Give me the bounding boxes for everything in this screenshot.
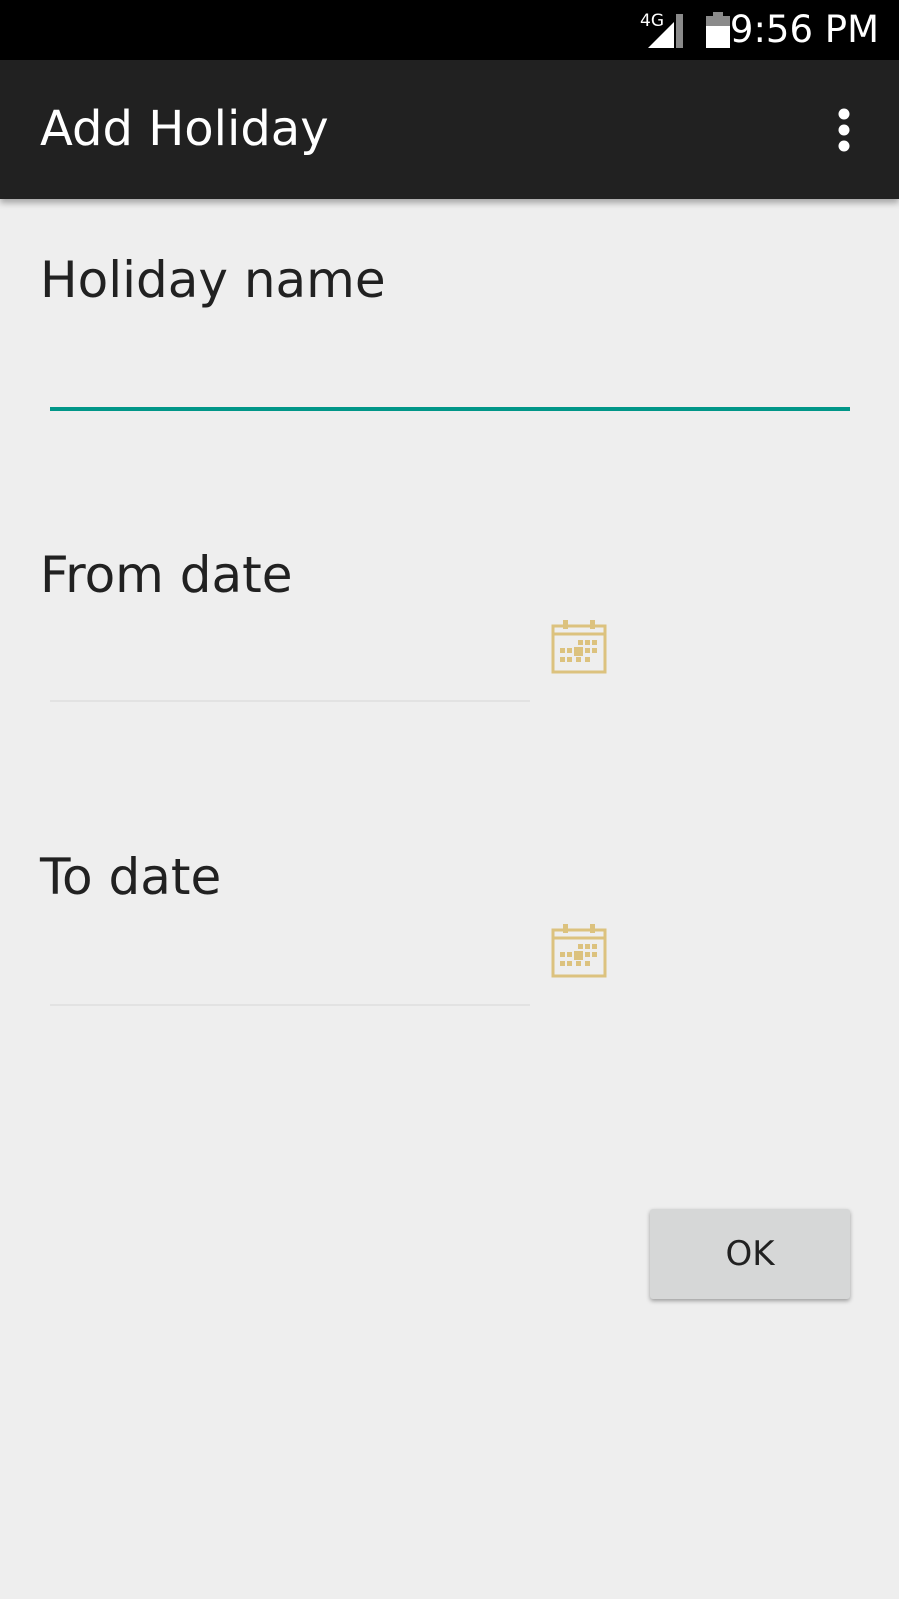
status-time: 9:56 PM: [729, 8, 879, 51]
overflow-menu-icon[interactable]: [820, 104, 868, 156]
signal-icon: 4G: [640, 11, 683, 48]
to-date-input[interactable]: [50, 944, 530, 1000]
toolbar: Add Holiday: [0, 60, 899, 199]
ok-button[interactable]: OK: [650, 1209, 850, 1299]
holiday-name-input[interactable]: [50, 340, 850, 400]
page-title: Add Holiday: [40, 101, 329, 157]
from-date-input[interactable]: [50, 640, 530, 696]
network-type-label: 4G: [640, 11, 664, 31]
from-date-label: From date: [40, 546, 293, 604]
to-date-label: To date: [40, 848, 222, 906]
holiday-name-label: Holiday name: [40, 251, 386, 309]
to-date-underline: [50, 1004, 530, 1006]
holiday-name-underline: [50, 407, 850, 411]
from-date-underline: [50, 700, 530, 702]
status-bar: 4G 9:56 PM: [0, 0, 899, 60]
calendar-icon[interactable]: [551, 924, 607, 980]
battery-icon: [706, 12, 730, 48]
calendar-icon[interactable]: [551, 620, 607, 676]
